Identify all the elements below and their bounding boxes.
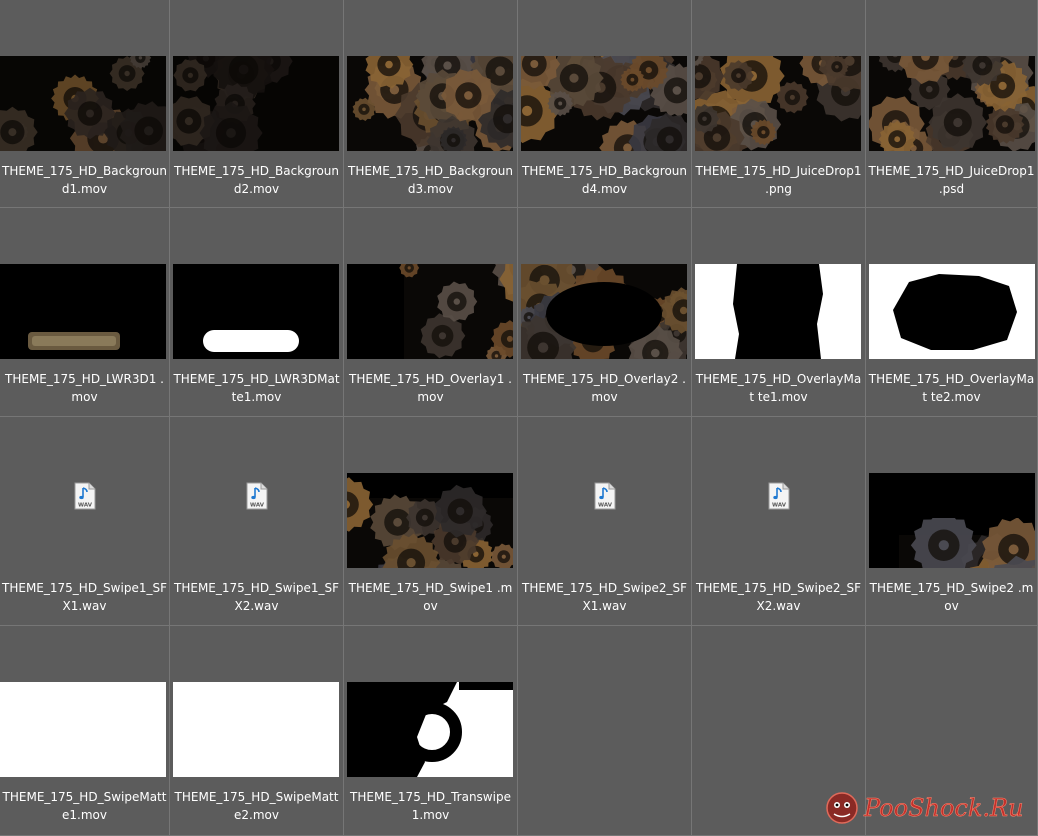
file-thumbnail-grid: THEME_175_HD_Backgroun d1.mov THEME_175_H… [0, 0, 1038, 836]
file-name-label: THEME_175_HD_SwipeMatt e1.mov [2, 790, 167, 822]
wav-file-icon: WAV [768, 482, 789, 510]
file-thumbnail [695, 56, 861, 151]
file-thumbnail [521, 56, 687, 151]
file-name-label: THEME_175_HD_OverlayMat te1.mov [695, 372, 862, 404]
file-item[interactable]: THEME_175_HD_Backgroun d2.mov [170, 0, 344, 208]
file-thumbnail [0, 264, 166, 359]
file-name-label: THEME_175_HD_Backgroun d1.mov [2, 164, 168, 196]
svg-text:PooShock.Ru: PooShock.Ru [863, 794, 1024, 822]
file-name-label: THEME_175_HD_Backgroun d4.mov [521, 164, 687, 196]
file-item[interactable]: THEME_175_HD_JuiceDrop1 .png [692, 0, 866, 208]
file-name-label: THEME_175_HD_JuiceDrop1 .png [695, 164, 862, 196]
file-thumbnail [347, 682, 513, 777]
file-item[interactable]: THEME_175_HD_LWR3DMat te1.mov [170, 208, 344, 417]
file-item[interactable]: THEME_175_HD_Overlay2 .mov [518, 208, 692, 417]
file-item[interactable]: WAV THEME_175_HD_Swipe1_SF X1.wav [0, 417, 170, 626]
file-thumbnail [173, 682, 339, 777]
file-item[interactable]: THEME_175_HD_Overlay1 .mov [344, 208, 518, 417]
file-item[interactable]: THEME_175_HD_OverlayMat te1.mov [692, 208, 866, 417]
svg-text:WAV: WAV [598, 503, 613, 509]
empty-slot [518, 626, 692, 836]
file-item[interactable]: THEME_175_HD_OverlayMat te2.mov [866, 208, 1038, 417]
file-thumbnail [173, 264, 339, 359]
file-name-label: THEME_175_HD_Swipe2 .mov [869, 581, 1034, 613]
file-thumbnail [869, 56, 1035, 151]
file-name-label: THEME_175_HD_Transwipe 1.mov [350, 790, 511, 822]
file-item[interactable]: THEME_175_HD_SwipeMatt e2.mov [170, 626, 344, 836]
file-thumbnail [347, 264, 513, 359]
file-name-label: THEME_175_HD_Swipe2_SF X2.wav [696, 581, 861, 613]
file-item[interactable]: THEME_175_HD_Backgroun d1.mov [0, 0, 170, 208]
wav-file-icon: WAV [246, 482, 267, 510]
file-thumbnail [0, 682, 166, 777]
file-item[interactable]: THEME_175_HD_Swipe2 .mov [866, 417, 1038, 626]
file-name-label: THEME_175_HD_Swipe1_SF X1.wav [2, 581, 167, 613]
svg-text:WAV: WAV [772, 503, 787, 509]
file-thumbnail [869, 473, 1035, 568]
file-thumbnail [173, 56, 339, 151]
watermark-logo: PooShock.Ru [826, 792, 1024, 824]
file-thumbnail [0, 56, 166, 151]
wav-file-icon: WAV [594, 482, 615, 510]
file-name-label: THEME_175_HD_Overlay2 .mov [523, 372, 686, 404]
file-name-label: THEME_175_HD_SwipeMatt e2.mov [174, 790, 339, 822]
file-name-label: THEME_175_HD_OverlayMat te2.mov [868, 372, 1035, 404]
file-item[interactable]: THEME_175_HD_JuiceDrop1 .psd [866, 0, 1038, 208]
file-name-label: THEME_175_HD_Swipe2_SF X1.wav [522, 581, 687, 613]
file-name-label: THEME_175_HD_Backgroun d2.mov [173, 164, 339, 196]
file-item[interactable]: WAV THEME_175_HD_Swipe1_SF X2.wav [170, 417, 344, 626]
file-item[interactable]: THEME_175_HD_Transwipe 1.mov [344, 626, 518, 836]
file-name-label: THEME_175_HD_Swipe1_SF X2.wav [174, 581, 339, 613]
file-item[interactable]: WAV THEME_175_HD_Swipe2_SF X1.wav [518, 417, 692, 626]
file-thumbnail [347, 56, 513, 151]
file-name-label: THEME_175_HD_Overlay1 .mov [349, 372, 512, 404]
file-item[interactable]: THEME_175_HD_SwipeMatt e1.mov [0, 626, 170, 836]
file-item[interactable]: THEME_175_HD_Swipe1 .mov [344, 417, 518, 626]
file-name-label: THEME_175_HD_Backgroun d3.mov [347, 164, 513, 196]
svg-text:WAV: WAV [78, 503, 93, 509]
file-thumbnail [521, 264, 687, 359]
wav-file-icon: WAV [74, 482, 95, 510]
file-name-label: THEME_175_HD_LWR3D1 .mov [5, 372, 164, 404]
file-thumbnail [869, 264, 1035, 359]
file-thumbnail [347, 473, 513, 568]
file-name-label: THEME_175_HD_Swipe1 .mov [348, 581, 513, 613]
svg-text:WAV: WAV [250, 503, 265, 509]
file-thumbnail [695, 264, 861, 359]
file-name-label: THEME_175_HD_LWR3DMat te1.mov [173, 372, 340, 404]
file-name-label: THEME_175_HD_JuiceDrop1 .psd [868, 164, 1035, 196]
file-item[interactable]: THEME_175_HD_LWR3D1 .mov [0, 208, 170, 417]
file-item[interactable]: WAV THEME_175_HD_Swipe2_SF X2.wav [692, 417, 866, 626]
file-item[interactable]: THEME_175_HD_Backgroun d3.mov [344, 0, 518, 208]
file-item[interactable]: THEME_175_HD_Backgroun d4.mov [518, 0, 692, 208]
